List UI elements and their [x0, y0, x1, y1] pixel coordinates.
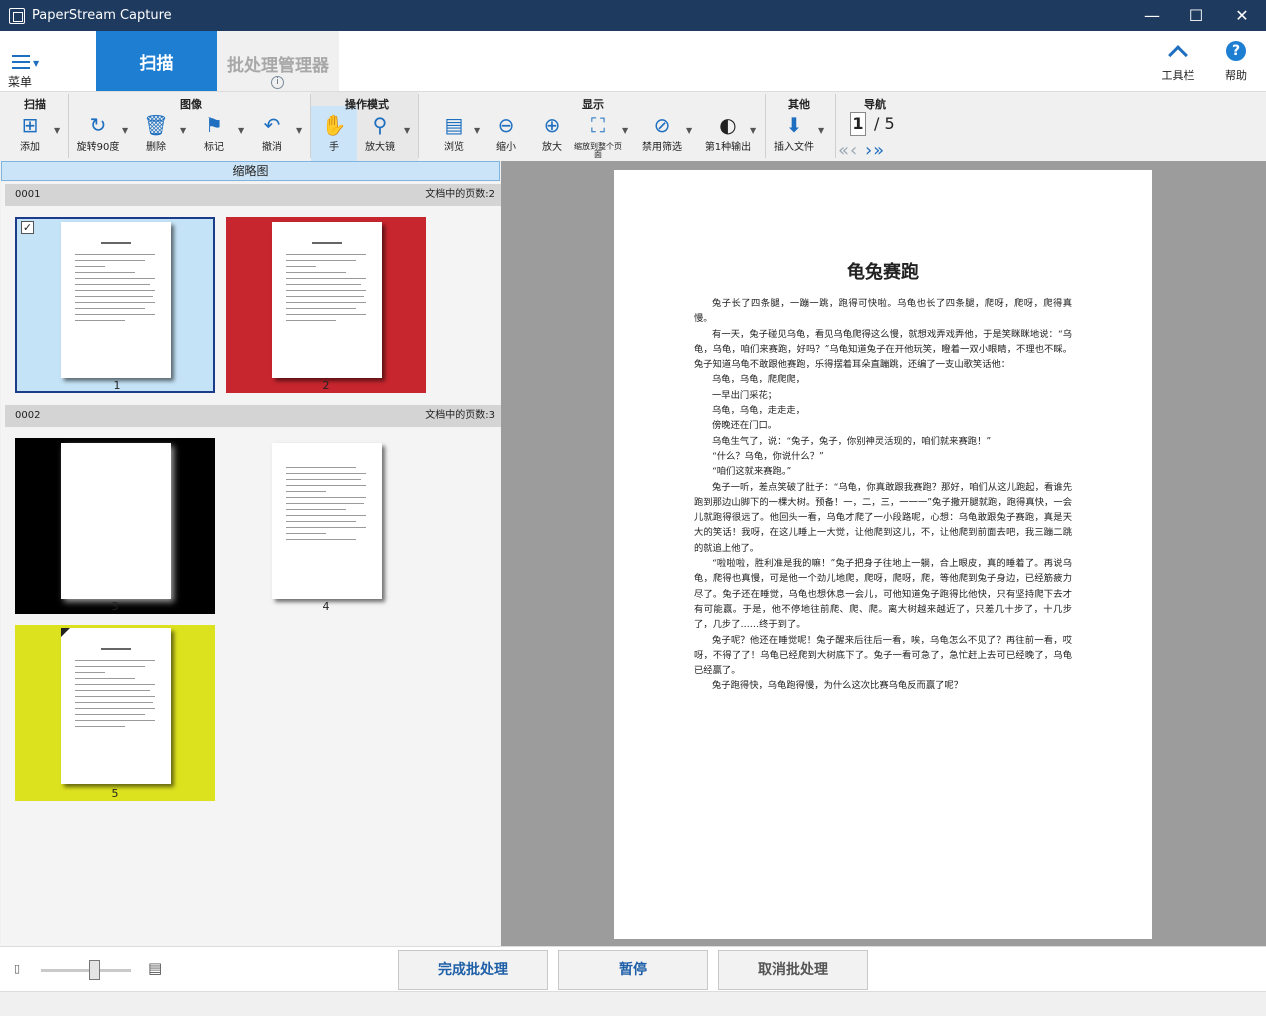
- first-output-button[interactable]: ◐ 第1种输出 ▼: [698, 112, 758, 153]
- insert-file-button[interactable]: ⬇ 插入文件 ▼: [764, 112, 824, 153]
- thumbnail-page-5[interactable]: 5: [15, 625, 215, 801]
- paragraph: 兔子跑得快，乌龟跑得慢，为什么这次比赛乌龟反而赢了呢？: [712, 680, 964, 692]
- thumbnails-header: 缩略图: [1, 161, 500, 181]
- page-checkbox[interactable]: ✓: [21, 221, 34, 234]
- title-bar: PaperStream Capture — ☐ ✕: [0, 0, 1266, 31]
- trash-icon: 🗑: [143, 113, 169, 137]
- menu-button[interactable]: ▼ 菜单: [8, 51, 48, 91]
- undo-button[interactable]: ↶ 撤消 ▼: [242, 112, 302, 153]
- browse-button[interactable]: ▤ 浏览 ▼: [424, 112, 484, 153]
- page-number-input[interactable]: 1: [850, 112, 866, 136]
- first-page-icon[interactable]: «: [838, 140, 850, 161]
- group-scan: 扫描: [24, 98, 46, 111]
- dropdown-icon[interactable]: ▼: [622, 126, 628, 135]
- document-header[interactable]: 0001 文档中的页数:2: [5, 184, 501, 206]
- dropdown-icon[interactable]: ▼: [818, 126, 824, 135]
- tab-scan[interactable]: 扫描: [96, 31, 217, 91]
- tab-batch-label: 批处理管理器: [227, 56, 329, 76]
- ribbon-tabs: ▼ 菜单 扫描 批处理管理器 i 工具栏 ? 帮助: [0, 31, 1266, 91]
- group-other: 其他: [788, 98, 810, 111]
- document-header[interactable]: 0002 文档中的页数:3: [5, 405, 501, 427]
- add-page-icon: ⊞: [21, 113, 39, 137]
- app-icon: [9, 7, 25, 24]
- caret-down-icon: ▼: [33, 59, 40, 68]
- paragraph: 乌龟生气了，说：“兔子，兔子，你别神灵活现的，咱们就来赛跑！”: [712, 435, 992, 447]
- undo-icon: ↶: [263, 113, 281, 137]
- rotate-button[interactable]: ↻ 旋转90度 ▼: [68, 112, 129, 153]
- delete-button[interactable]: 🗑 删除 ▼: [126, 112, 186, 153]
- maximize-button[interactable]: ☐: [1173, 0, 1219, 31]
- last-page-icon[interactable]: »: [873, 140, 885, 161]
- document-title: 龟兔赛跑: [847, 262, 919, 283]
- window-title: PaperStream Capture: [32, 8, 172, 23]
- small-thumb-icon: ▯: [14, 962, 21, 975]
- paragraph: “什么？乌龟，你说什么？”: [712, 450, 824, 462]
- chevron-up-icon: [1168, 45, 1188, 65]
- paragraph: 乌龟，乌龟，爬爬爬，: [712, 374, 805, 386]
- paragraph: “啦啦啦，胜利准是我的嘛！”兔子把身子往地上一躺，合上眼皮，真的睡着了。再说乌龟…: [694, 558, 1072, 631]
- bottom-bar: ▯ ▤ 完成批处理 暂停 取消批处理: [0, 946, 1266, 991]
- thumbnails-pane[interactable]: 0001 文档中的页数:2 ✓ 1 2 0002 文档中的页数:3 3 4 5: [1, 182, 501, 946]
- finish-batch-button[interactable]: 完成批处理: [398, 950, 548, 990]
- paragraph: 乌龟，乌龟，走走走，: [712, 405, 805, 417]
- dropdown-icon[interactable]: ▼: [54, 126, 60, 135]
- thumbnail-page-2[interactable]: 2: [226, 217, 426, 393]
- paragraph: 兔子长了四条腿，一蹦一跳，跑得可快啦。乌龟也长了四条腿，爬呀，爬呀，爬得真慢。: [694, 298, 1072, 325]
- insert-file-icon: ⬇: [785, 113, 803, 137]
- slider-handle[interactable]: [89, 960, 100, 980]
- help-label: 帮助: [1225, 69, 1247, 82]
- thumbnail-page-1[interactable]: ✓ 1: [15, 217, 215, 393]
- hamburger-icon: [12, 55, 30, 69]
- page-preview[interactable]: 龟兔赛跑 兔子长了四条腿，一蹦一跳，跑得可快啦。乌龟也长了四条腿，爬呀，爬呀，爬…: [614, 170, 1152, 939]
- dropdown-icon[interactable]: ▼: [404, 126, 410, 135]
- filter-off-icon: ⊘: [653, 113, 671, 137]
- help-icon: ?: [1226, 41, 1246, 61]
- toolbar-toggle-button[interactable]: 工具栏: [1153, 39, 1203, 83]
- dropdown-icon[interactable]: ▼: [686, 126, 692, 135]
- paragraph: “咱们这就来赛跑。”: [712, 466, 792, 478]
- paragraph: 有一天，兔子碰见乌龟，看见乌龟爬得这么慢，就想戏弄戏弄他，于是笑眯眯地说：“乌龟…: [694, 328, 1072, 371]
- close-button[interactable]: ✕: [1219, 0, 1265, 31]
- page-total: / 5: [874, 114, 895, 133]
- fit-page-button[interactable]: ⛶ 缩放到整个页面 ▼: [568, 112, 628, 159]
- paragraph: 傍晚还在门口。: [712, 420, 778, 432]
- dropdown-icon[interactable]: ▼: [750, 126, 756, 135]
- tab-batch-manager[interactable]: 批处理管理器 i: [217, 31, 339, 91]
- group-image: 图像: [180, 98, 202, 111]
- rotate-icon: ↻: [89, 113, 107, 137]
- group-nav: 导航: [864, 98, 886, 111]
- thumbnail-page-4[interactable]: 4: [226, 438, 426, 614]
- contrast-icon: ◐: [719, 113, 737, 137]
- help-button[interactable]: ? 帮助: [1211, 39, 1261, 83]
- mark-button[interactable]: ⚑ 标记 ▼: [184, 112, 244, 153]
- info-icon[interactable]: i: [271, 76, 284, 89]
- minimize-button[interactable]: —: [1129, 0, 1175, 31]
- page-navigation: «‹ ›»: [838, 140, 885, 161]
- paragraph: 兔子一听，差点笑破了肚子：“乌龟，你真敢跟我赛跑？那好，咱们从这儿跑起，看谁先跑…: [694, 481, 1072, 554]
- ribbon-toolbar: 扫描 图像 操作模式 显示 其他 导航 ⊞ 添加 ▼ ↻ 旋转90度 ▼ 🗑 删…: [0, 91, 1266, 161]
- cancel-batch-button[interactable]: 取消批处理: [718, 950, 868, 990]
- toolbar-label: 工具栏: [1161, 69, 1195, 82]
- thumbnail-page-3[interactable]: 3: [15, 438, 215, 614]
- add-button[interactable]: ⊞ 添加 ▼: [0, 112, 60, 153]
- prev-page-icon[interactable]: ‹: [850, 140, 858, 161]
- fit-page-icon: ⛶: [591, 113, 605, 137]
- thumbnail-size-slider[interactable]: [41, 969, 131, 972]
- next-page-icon[interactable]: ›: [865, 140, 873, 161]
- paragraph: 一早出门采花；: [712, 389, 778, 401]
- pause-button[interactable]: 暂停: [558, 950, 708, 990]
- paragraph: 兔子呢？他还在睡觉呢！兔子醒来后往后一看，唉，乌龟怎么不见了？再往前一看，哎呀，…: [694, 634, 1072, 677]
- magnifier-icon: ⚲: [372, 113, 388, 137]
- group-mode: 操作模式: [345, 98, 389, 111]
- flag-icon: ⚑: [205, 113, 223, 137]
- group-display: 显示: [582, 98, 604, 111]
- large-thumb-icon: ▤: [148, 959, 163, 977]
- menu-label: 菜单: [8, 75, 33, 89]
- dropdown-icon[interactable]: ▼: [296, 126, 302, 135]
- status-bar: [0, 991, 1266, 1016]
- disable-filter-button[interactable]: ⊘ 禁用筛选 ▼: [632, 112, 692, 153]
- magnifier-button[interactable]: ⚲ 放大镜 ▼: [350, 112, 410, 153]
